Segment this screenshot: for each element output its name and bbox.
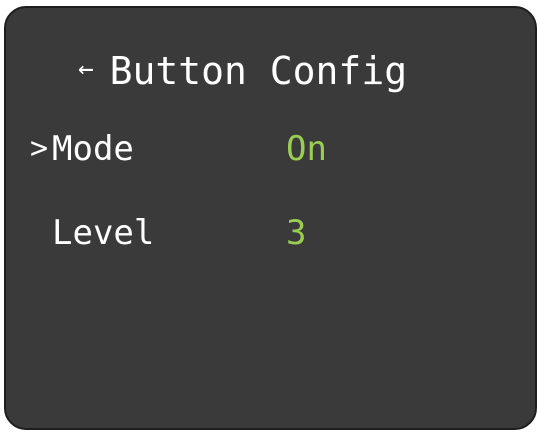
menu-item-label: Mode — [52, 129, 134, 169]
back-arrow-icon[interactable]: ← — [78, 44, 94, 94]
menu-item-value: On — [286, 129, 327, 169]
device-screen: ← Button Config > Mode On Level 3 — [4, 6, 537, 430]
page-title: Button Config — [109, 49, 408, 93]
menu-item-level[interactable]: Level 3 — [30, 208, 306, 258]
menu-item-label: Level — [52, 213, 155, 253]
selection-cursor-icon: > — [30, 131, 49, 166]
menu-item-value: 3 — [286, 213, 307, 253]
menu-item-mode[interactable]: > Mode On — [30, 124, 327, 174]
header: ← Button Config — [78, 46, 407, 96]
